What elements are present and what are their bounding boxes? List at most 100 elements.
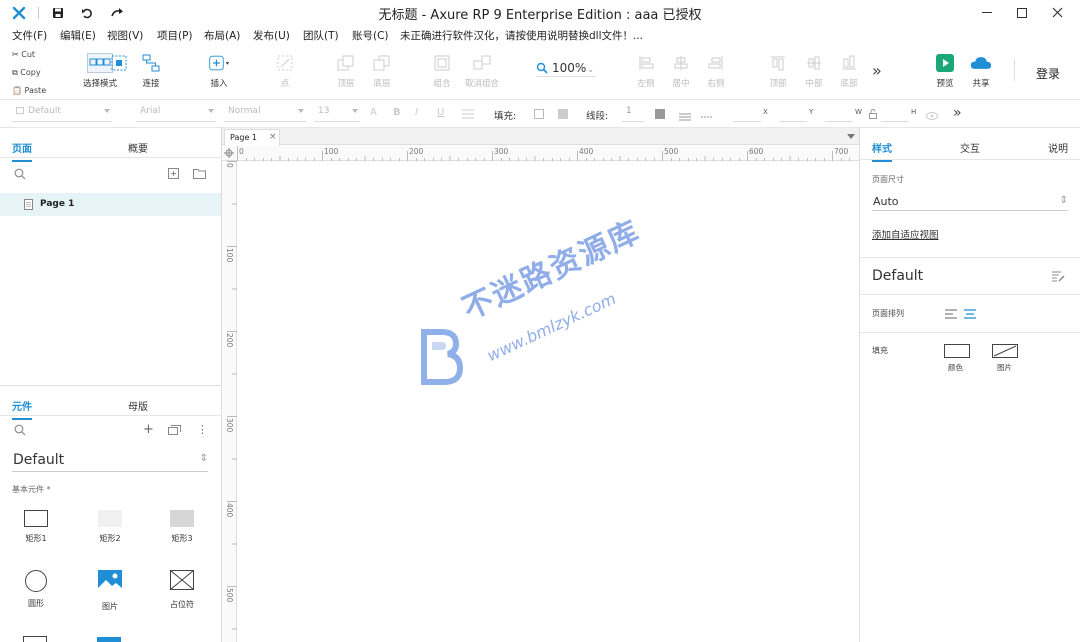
widget-rectangle1[interactable]: 矩形1 — [11, 510, 61, 544]
minimize-button[interactable] — [970, 0, 1004, 25]
font-size-select[interactable]: 13 — [314, 106, 360, 122]
menu-edit[interactable]: 编辑(E) — [60, 28, 96, 43]
library-select[interactable]: Default ⇕ — [12, 450, 208, 472]
page-size-select[interactable]: Auto ⇕ — [872, 192, 1068, 211]
align-bottom-button[interactable]: 底部 — [825, 53, 873, 89]
font-select[interactable]: Arial — [136, 106, 216, 122]
library-options-icon[interactable] — [168, 425, 181, 438]
edit-style-icon[interactable] — [1052, 271, 1065, 285]
widget-search-icon[interactable] — [14, 424, 26, 439]
menu-team[interactable]: 团队(T) — [303, 28, 339, 43]
point-button[interactable]: 点 — [261, 53, 309, 89]
fill-color-swatch[interactable] — [534, 109, 544, 119]
close-button[interactable] — [1040, 0, 1074, 25]
font-weight-select[interactable]: Normal — [224, 106, 306, 122]
tab-style[interactable]: 样式 — [872, 140, 892, 162]
add-folder-icon[interactable] — [193, 168, 206, 182]
tab-interactions[interactable]: 交互 — [960, 140, 980, 155]
page-fill-color-label: 颜色 — [948, 363, 963, 372]
x-input[interactable] — [733, 106, 761, 122]
widget-placeholder[interactable]: 占位符 — [157, 570, 207, 610]
menu-publish[interactable]: 发布(U) — [253, 28, 290, 43]
stroke-color-swatch[interactable] — [655, 109, 665, 119]
paste-label: Paste — [24, 86, 47, 95]
widget-image-label: 图片 — [102, 602, 118, 611]
widget-circle[interactable]: 圆形 — [11, 570, 61, 609]
page-search-icon[interactable] — [14, 168, 26, 183]
stroke-style-icon[interactable] — [679, 111, 691, 124]
style-lock-icon — [16, 107, 24, 114]
menu-account[interactable]: 账号(C) — [352, 28, 389, 43]
ungroup-label: 取消组合 — [464, 79, 499, 89]
align-right-button[interactable]: 右侧 — [692, 53, 740, 89]
select-mode-label: 选择模式 — [82, 79, 117, 89]
arrow-style-icon[interactable] — [701, 111, 713, 124]
tab-page1[interactable]: Page 1 × — [224, 129, 280, 146]
h-input[interactable] — [881, 106, 909, 122]
more-format-button[interactable]: » — [953, 105, 962, 121]
tab-notes[interactable]: 说明 — [1048, 140, 1068, 155]
style-select[interactable]: Default — [12, 106, 112, 122]
watermark: 不迷路资源库 www.bmlzyk.com — [414, 214, 674, 408]
maximize-button[interactable] — [1005, 0, 1039, 25]
align-page-left-icon[interactable] — [945, 309, 957, 322]
align-page-center-icon[interactable] — [964, 309, 976, 322]
widget-rectangle2[interactable]: 矩形2 — [85, 510, 135, 544]
send-bottom-button[interactable]: 底层 — [358, 53, 406, 89]
widget-image[interactable]: 图片 — [85, 570, 135, 612]
page-fill-image-swatch[interactable] — [992, 344, 1018, 361]
zoom-chevron-icon: ⌄ — [587, 65, 594, 74]
connect-button[interactable]: 连接 — [127, 53, 175, 89]
circle-icon — [25, 570, 47, 592]
w-input[interactable] — [825, 106, 853, 122]
text-color-icon[interactable]: A — [370, 107, 377, 118]
page-fill-color-swatch[interactable] — [944, 344, 970, 358]
ungroup-icon — [471, 53, 493, 73]
menu-project[interactable]: 项目(P) — [157, 28, 193, 43]
zoom-select[interactable]: 100% ⌄ — [536, 61, 596, 77]
cut-button[interactable]: ✂ Cut — [12, 50, 35, 59]
menu-file[interactable]: 文件(F) — [12, 28, 47, 43]
share-button[interactable]: 共享 — [957, 53, 1005, 89]
widget-category-label: 基本元件 * — [12, 485, 51, 494]
more-tools-button[interactable]: » — [872, 61, 882, 80]
add-adaptive-view-link[interactable]: 添加自适应视图 — [872, 227, 939, 241]
page-item-page1[interactable]: Page 1 — [0, 193, 221, 216]
login-button[interactable]: 登录 — [1036, 65, 1060, 82]
menu-layout[interactable]: 布局(A) — [204, 28, 240, 43]
bold-icon[interactable]: B — [393, 107, 401, 118]
font-weight-value: Normal — [228, 106, 261, 116]
stroke-width-input[interactable]: 1 — [622, 106, 644, 122]
text-list-icon[interactable] — [462, 109, 474, 122]
close-tab-icon[interactable]: × — [269, 132, 277, 142]
more-options-icon[interactable]: ⋮ — [197, 423, 208, 436]
insert-button[interactable]: 插入 — [195, 53, 243, 89]
add-page-icon[interactable] — [168, 168, 179, 182]
ungroup-button[interactable]: 取消组合 — [458, 53, 506, 89]
shadow-swatch[interactable] — [558, 109, 568, 119]
align-bottom-icon — [838, 53, 860, 73]
ruler-v-label: 100 — [225, 248, 234, 263]
ruler-v-label: 0 — [225, 163, 234, 168]
tab-pages[interactable]: 页面 — [12, 140, 32, 162]
lock-ratio-icon[interactable] — [869, 109, 877, 122]
menu-view[interactable]: 视图(V) — [107, 28, 143, 43]
underline-icon[interactable]: U — [437, 107, 444, 118]
ruler-v-label: 500 — [225, 588, 234, 603]
page-style-name[interactable]: Default — [872, 268, 923, 284]
visibility-icon[interactable] — [926, 110, 938, 123]
paste-button[interactable]: 📋 Paste — [12, 86, 46, 95]
tab-masters[interactable]: 母版 — [128, 398, 148, 413]
point-label: 点 — [280, 79, 290, 89]
tab-widgets[interactable]: 元件 — [12, 398, 32, 420]
w-label: W — [855, 108, 862, 116]
tab-overflow-icon[interactable] — [847, 134, 855, 139]
copy-button[interactable]: ⧉ Copy — [12, 68, 41, 78]
library-chevron-icon: ⇕ — [199, 453, 208, 464]
add-library-icon[interactable]: + — [143, 422, 154, 437]
ruler-origin-icon[interactable] — [224, 148, 234, 161]
tab-outline[interactable]: 概要 — [128, 140, 148, 155]
italic-icon[interactable]: I — [415, 107, 418, 118]
widget-rectangle3[interactable]: 矩形3 — [157, 510, 207, 544]
y-input[interactable] — [779, 106, 807, 122]
